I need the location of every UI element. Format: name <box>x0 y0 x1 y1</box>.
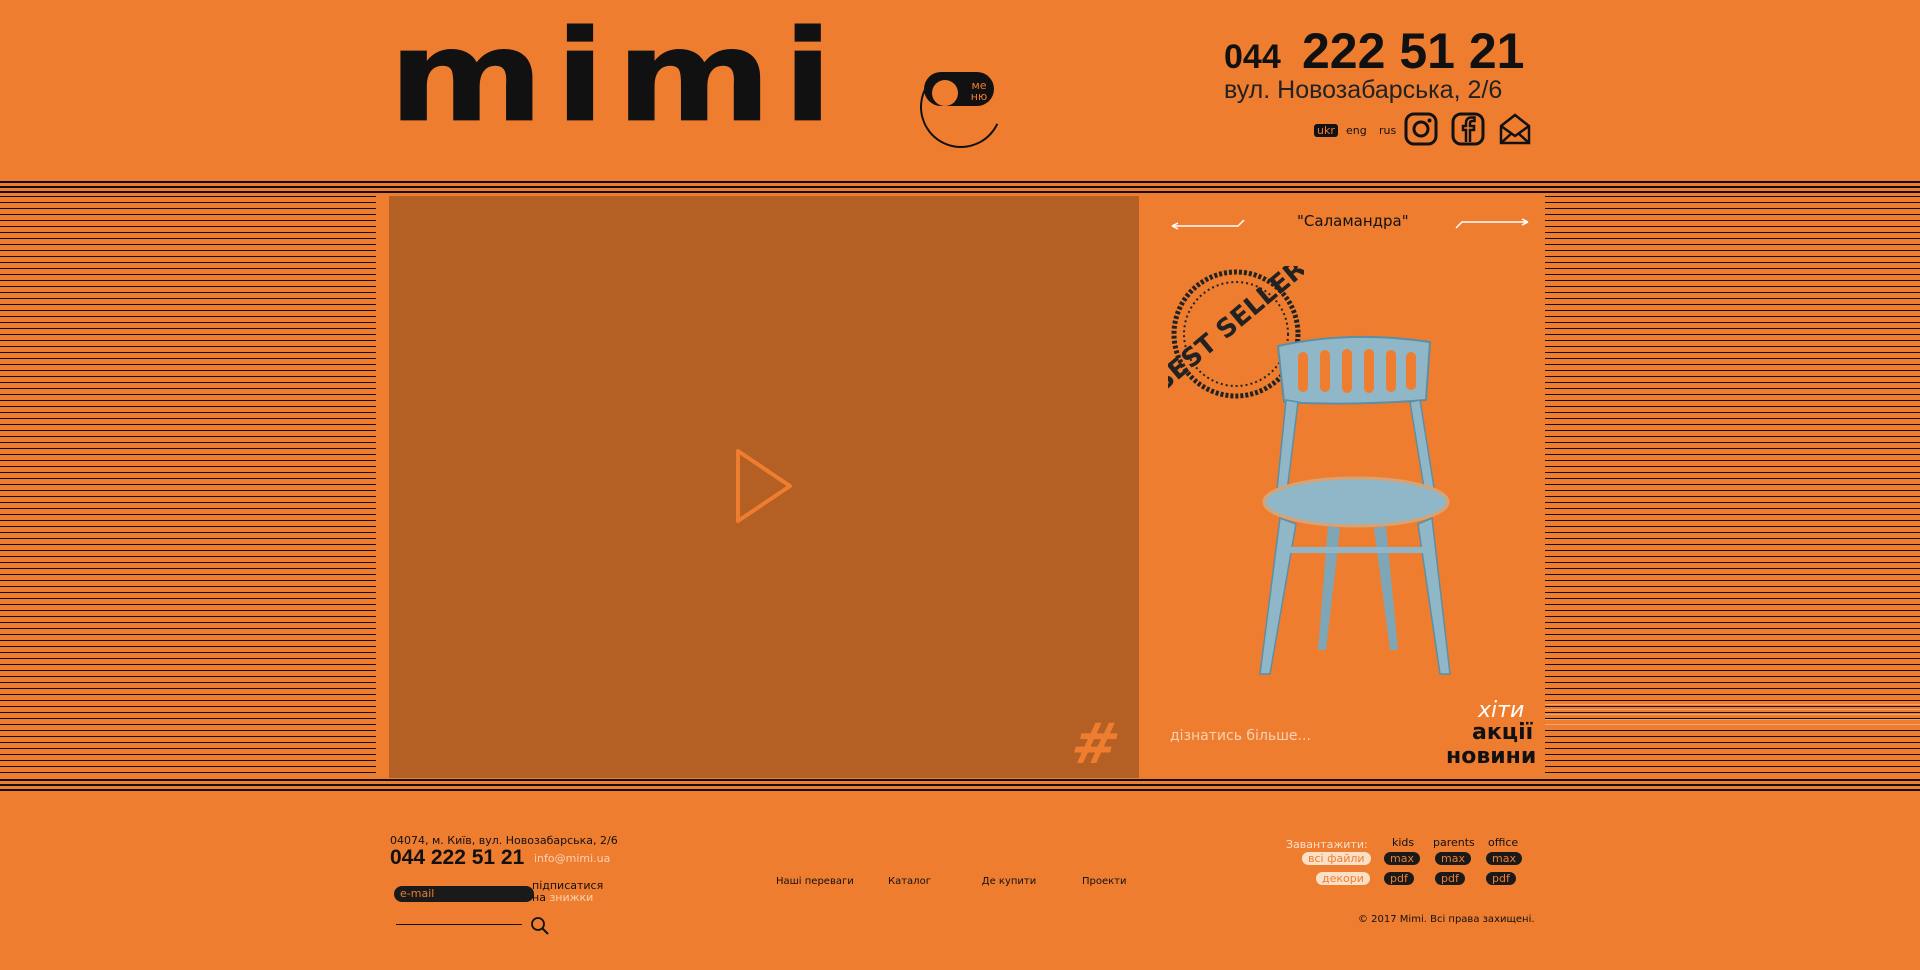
download-kids-max-button[interactable]: max <box>1384 852 1420 865</box>
top-stripe-band <box>0 181 1920 193</box>
logo[interactable]: mimi <box>388 13 843 141</box>
menu-pill: ме ню <box>924 72 994 106</box>
chair-image[interactable] <box>1240 330 1460 682</box>
menu-arc-decoration <box>908 54 1014 160</box>
download-kids-pdf-button[interactable]: pdf <box>1384 872 1414 885</box>
download-all-files-button[interactable]: всі файли <box>1302 852 1371 865</box>
menu-knob <box>932 80 958 106</box>
right-accent-lines <box>1545 704 1920 728</box>
facebook-icon[interactable] <box>1451 112 1485 146</box>
header-phone-number[interactable]: 222 51 21 <box>1302 22 1524 80</box>
header-address: вул. Новозабарська, 2/6 <box>1224 76 1503 104</box>
bottom-stripe-band <box>0 779 1920 791</box>
promo-link[interactable]: акції <box>1472 720 1533 745</box>
mail-icon[interactable] <box>1498 112 1532 146</box>
footer-nav-catalog[interactable]: Каталог <box>888 876 931 887</box>
footer-nav-advantages[interactable]: Наші переваги <box>776 876 854 887</box>
download-col-parents: parents <box>1433 836 1475 849</box>
subscribe-link[interactable]: підписатися на знижки <box>532 880 603 904</box>
news-link[interactable]: новини <box>1446 744 1536 769</box>
footer-phone[interactable]: 044 222 51 21 <box>390 846 524 870</box>
lang-ukr-link[interactable]: ukr <box>1314 124 1338 137</box>
product-name: "Саламандра" <box>1297 212 1409 230</box>
download-label: Завантажити: <box>1286 838 1368 851</box>
header-phone-prefix[interactable]: 044 <box>1224 38 1281 77</box>
menu-toggle-button[interactable]: ме ню <box>908 54 1014 160</box>
learn-more-link[interactable]: дізнатись більше... <box>1170 728 1311 744</box>
download-col-office: office <box>1488 836 1519 849</box>
download-parents-pdf-button[interactable]: pdf <box>1435 872 1465 885</box>
copyright: © 2017 Mimi. Всі права захищені. <box>1358 914 1535 925</box>
lang-rus-link[interactable]: rus <box>1379 124 1396 137</box>
footer-nav-projects[interactable]: Проекти <box>1082 876 1127 887</box>
prev-arrow-icon[interactable] <box>1170 218 1246 230</box>
instagram-icon[interactable] <box>1404 112 1438 146</box>
search-input[interactable] <box>396 924 522 925</box>
email-field[interactable]: e-mail <box>394 886 534 902</box>
footer-nav-where-to-buy[interactable]: Де купити <box>962 876 1056 887</box>
next-arrow-icon[interactable] <box>1454 218 1530 230</box>
subscribe-line-2: на знижки <box>532 892 603 904</box>
footer-email-link[interactable]: info@mimi.ua <box>534 852 610 865</box>
lang-eng-link[interactable]: eng <box>1346 124 1367 137</box>
play-icon[interactable] <box>734 445 794 531</box>
menu-label: ме ню <box>970 79 988 103</box>
right-side-stripes <box>1545 196 1920 778</box>
subscribe-prefix: на <box>532 891 546 904</box>
download-decors-button[interactable]: декори <box>1316 872 1370 885</box>
left-side-stripes <box>0 196 376 778</box>
download-office-max-button[interactable]: max <box>1486 852 1522 865</box>
download-office-pdf-button[interactable]: pdf <box>1486 872 1516 885</box>
download-col-kids: kids <box>1392 836 1415 849</box>
search-icon[interactable] <box>530 916 550 940</box>
download-parents-max-button[interactable]: max <box>1435 852 1471 865</box>
subscribe-accent: знижки <box>549 891 594 904</box>
